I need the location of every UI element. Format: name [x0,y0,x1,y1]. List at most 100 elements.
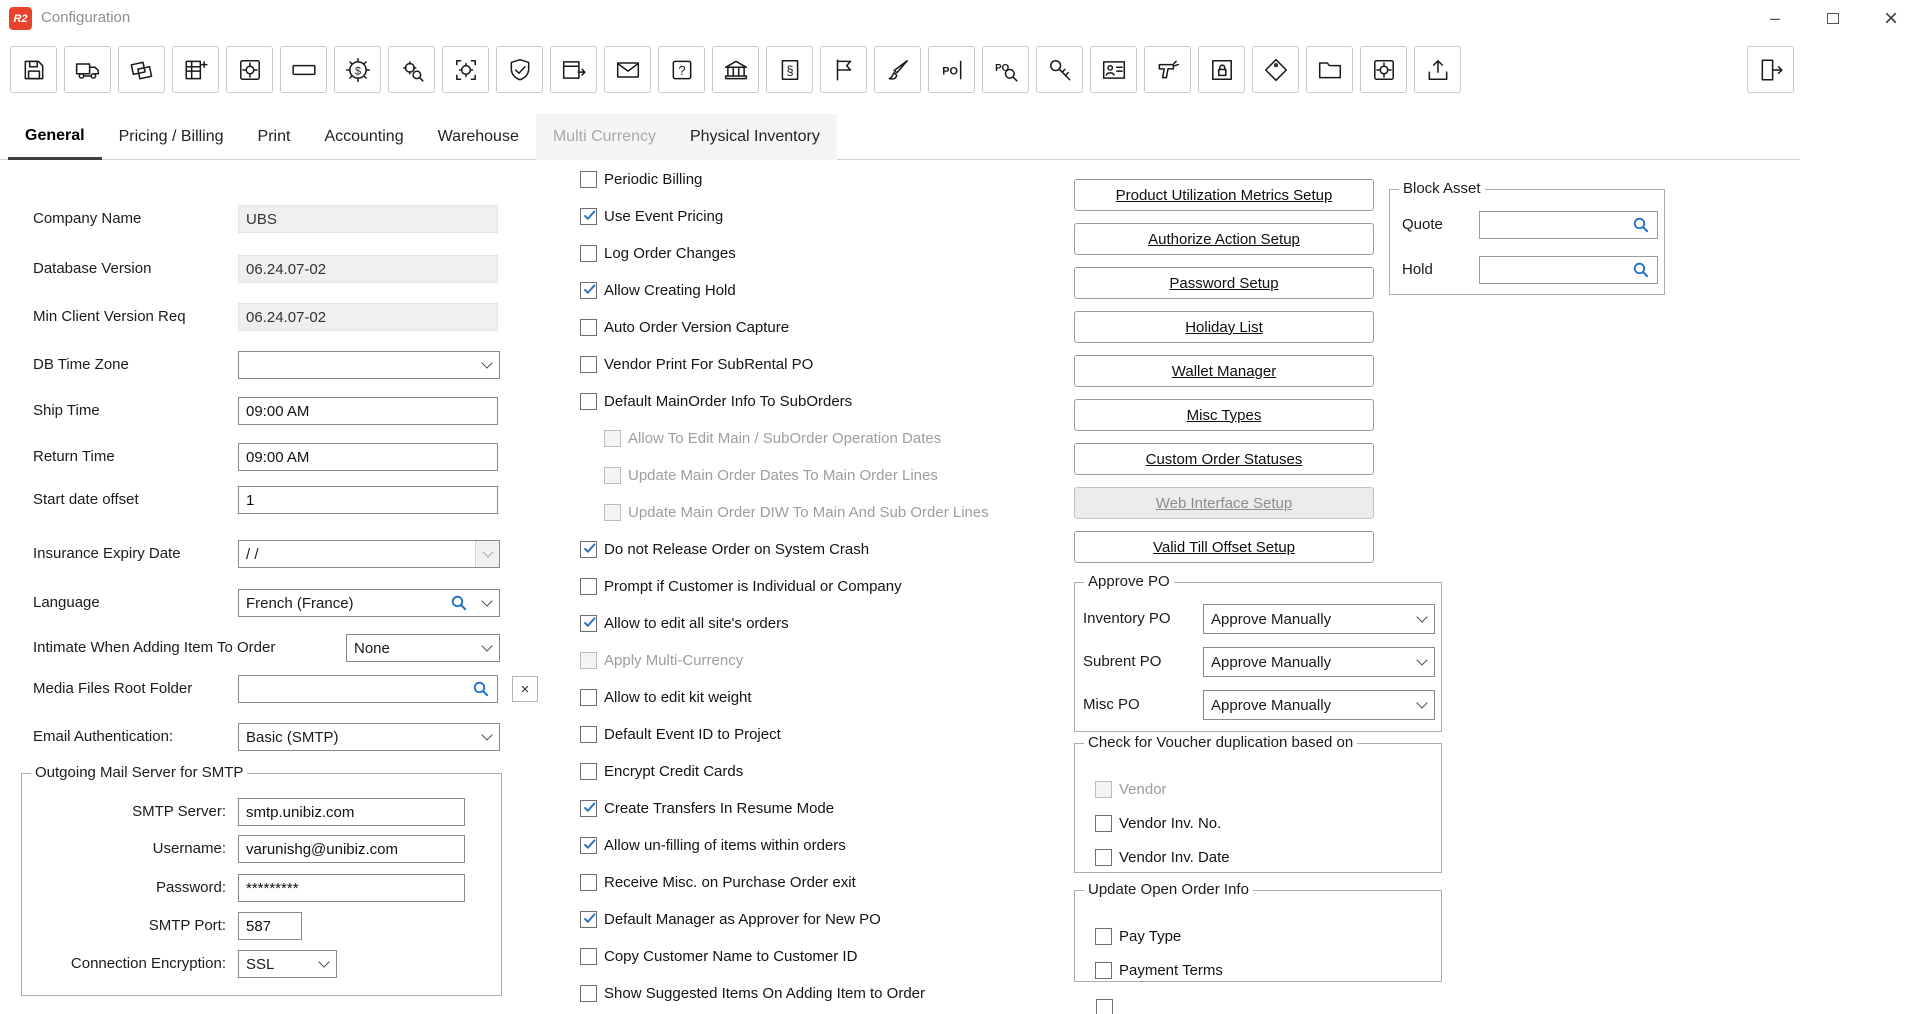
intimate-when-adding-select[interactable]: None [346,634,500,662]
checkbox-row: Prompt if Customer is Individual or Comp… [580,568,989,605]
email-settings-icon[interactable] [604,46,651,93]
bank-icon[interactable] [712,46,759,93]
checkbox-payment-terms[interactable] [1095,962,1112,979]
checkbox-create-transfers-in-resume-mode[interactable] [580,800,597,817]
block-asset-hold-input[interactable] [1479,256,1658,284]
gear-search-icon[interactable] [388,46,435,93]
checkbox-default-manager-as-approver-for-new-po[interactable] [580,911,597,928]
checkbox-prompt-if-customer-is-individual-or-company[interactable] [580,578,597,595]
save-icon[interactable] [10,46,57,93]
checkbox-row: Default Event ID to Project [580,716,989,753]
calendar-export-icon[interactable] [550,46,597,93]
checkbox-allow-to-edit-kit-weight[interactable] [580,689,597,706]
authorize-action-setup-button[interactable]: Authorize Action Setup [1074,223,1374,255]
access-key-icon[interactable] [1036,46,1083,93]
checkbox-auto-order-version-capture[interactable] [580,319,597,336]
holiday-list-button[interactable]: Holiday List [1074,311,1374,343]
delivery-truck-icon[interactable] [64,46,111,93]
count-sheet-icon[interactable] [172,46,219,93]
subrent-po-select[interactable]: Approve Manually [1203,647,1435,677]
gear-frame-icon[interactable] [442,46,489,93]
product-utilization-metrics-setup-button[interactable]: Product Utilization Metrics Setup [1074,179,1374,211]
security-shield-icon[interactable] [496,46,543,93]
checkbox-pay-type[interactable] [1095,928,1112,945]
ship-time-input[interactable]: 09:00 AM [238,397,498,425]
block-asset-quote-input[interactable] [1479,211,1658,239]
checkbox-receive-misc-on-purchase-order-exit[interactable] [580,874,597,891]
checkbox-show-suggested-items-on-adding-item-to-order[interactable] [580,985,597,1002]
media-files-root-input[interactable] [238,675,498,703]
start-date-offset-input[interactable]: 1 [238,486,498,514]
valid-till-offset-setup-button[interactable]: Valid Till Offset Setup [1074,531,1374,563]
company-name-input[interactable]: UBS [238,205,498,233]
tax-setup-icon[interactable]: § [766,46,813,93]
misc-po-select[interactable]: Approve Manually [1203,690,1435,720]
checkbox-encrypt-credit-cards[interactable] [580,763,597,780]
smtp-port-input[interactable]: 587 [238,912,302,940]
checkbox-vendor-inv-date[interactable] [1095,849,1112,866]
checkbox-default-mainorder-info-to-suborders[interactable] [580,393,597,410]
search-icon[interactable] [1632,261,1650,279]
folder-icon[interactable] [1306,46,1353,93]
search-icon[interactable] [450,594,468,612]
close-button[interactable]: × [1862,0,1920,37]
minimize-button[interactable]: – [1746,0,1804,37]
tab-physical-inventory[interactable]: Physical Inventory [673,114,837,160]
db-time-zone-select[interactable] [238,351,500,379]
checkbox-allow-creating-hold[interactable] [580,282,597,299]
flag-icon[interactable] [820,46,867,93]
checkbox-log-order-changes[interactable] [580,245,597,262]
contact-card-icon[interactable] [1090,46,1137,93]
search-icon[interactable] [472,680,490,698]
search-icon[interactable] [1632,216,1650,234]
gear-document-icon[interactable] [226,46,273,93]
custom-order-statuses-button[interactable]: Custom Order Statuses [1074,443,1374,475]
media-files-root-label: Media Files Root Folder [33,680,192,697]
price-tags-icon[interactable] [118,46,165,93]
asset-tag-icon[interactable] [1252,46,1299,93]
exit-icon[interactable] [1747,46,1794,93]
po-settings-icon[interactable]: PO [928,46,975,93]
po-search-icon[interactable]: PO [982,46,1029,93]
checkbox-periodic-billing[interactable] [580,171,597,188]
connection-encryption-select[interactable]: SSL [238,950,337,978]
checkbox-allow-to-edit-all-site-s-orders[interactable] [580,615,597,632]
tab-general[interactable]: General [8,114,102,160]
tab-pricing-billing[interactable]: Pricing / Billing [102,114,241,160]
checkbox-vendor-inv-no[interactable] [1095,815,1112,832]
smtp-password-input[interactable]: ********* [238,874,465,902]
partial-checkbox[interactable] [1096,999,1113,1014]
return-time-input[interactable]: 09:00 AM [238,443,498,471]
barcode-label-icon[interactable] [280,46,327,93]
checkbox-copy-customer-name-to-customer-id[interactable] [580,948,597,965]
intimate-when-adding-label: Intimate When Adding Item To Order [33,639,275,656]
checkbox-allow-un-filling-of-items-within-orders[interactable] [580,837,597,854]
maximize-button[interactable] [1804,0,1862,37]
clear-media-path-button[interactable]: × [512,676,538,702]
tab-accounting[interactable]: Accounting [307,114,420,160]
currency-setup-icon[interactable]: $ [334,46,381,93]
email-authentication-select[interactable]: Basic (SMTP) [238,723,500,751]
password-setup-button[interactable]: Password Setup [1074,267,1374,299]
export-upload-icon[interactable] [1414,46,1461,93]
checkbox-vendor-print-for-subrental-po[interactable] [580,356,597,373]
tab-print[interactable]: Print [241,114,308,160]
tab-warehouse[interactable]: Warehouse [421,114,536,160]
wallet-manager-button[interactable]: Wallet Manager [1074,355,1374,387]
insurance-expiry-input[interactable]: / / [238,540,500,568]
paintbrush-icon[interactable] [874,46,921,93]
inventory-po-select[interactable]: Approve Manually [1203,604,1435,634]
label-gun-icon[interactable] [1144,46,1191,93]
smtp-username-input[interactable]: varunishg@unibiz.com [238,835,465,863]
smtp-server-input[interactable]: smtp.unibiz.com [238,798,465,826]
checkbox-default-event-id-to-project[interactable] [580,726,597,743]
system-gear-icon[interactable] [1360,46,1407,93]
help-icon[interactable]: ? [658,46,705,93]
language-select[interactable]: French (France) [238,589,500,617]
misc-types-button[interactable]: Misc Types [1074,399,1374,431]
checkbox-do-not-release-order-on-system-crash[interactable] [580,541,597,558]
lock-document-icon[interactable] [1198,46,1245,93]
checkbox-use-event-pricing[interactable] [580,208,597,225]
checkbox-label: Encrypt Credit Cards [604,763,743,780]
checkbox-label: Pay Type [1119,928,1181,945]
